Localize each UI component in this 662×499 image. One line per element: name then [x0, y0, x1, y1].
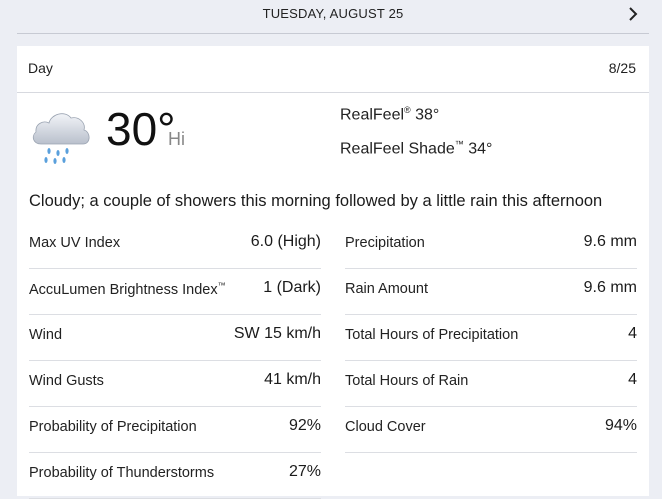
detail-label: Total Hours of Precipitation	[345, 327, 519, 343]
detail-label: Wind Gusts	[29, 373, 104, 389]
detail-value: 4	[628, 325, 637, 342]
detail-row-wind: Wind SW 15 km/h	[29, 314, 321, 361]
detail-value: 92%	[288, 417, 321, 434]
card-title: Day	[28, 60, 53, 76]
cloud-rain-icon	[32, 113, 90, 164]
detail-value: 4	[628, 371, 637, 388]
detail-value: 6.0 (High)	[250, 233, 321, 250]
day-forecast-card: Day 8/25 30° Hi RealFeel® 38° RealFeel S…	[17, 46, 649, 499]
detail-row-hours-precipitation: Total Hours of Precipitation 4	[345, 314, 637, 361]
detail-label: AccuLumen Brightness Index™	[29, 281, 226, 298]
detail-value: 9.6 mm	[583, 233, 637, 250]
detail-value: 41 km/h	[264, 371, 321, 388]
detail-label: Probability of Precipitation	[29, 419, 197, 435]
trademark-mark: ™	[217, 281, 226, 290]
detail-row-acculumen: AccuLumen Brightness Index™ 1 (Dark)	[29, 268, 321, 315]
detail-row-max-uv-index: Max UV Index 6.0 (High)	[29, 222, 321, 269]
detail-label: Total Hours of Rain	[345, 373, 469, 389]
hi-label: Hi	[168, 129, 185, 149]
detail-label: Rain Amount	[345, 281, 429, 297]
realfeel-shade-label: RealFeel Shade	[340, 140, 455, 158]
card-short-date: 8/25	[608, 60, 636, 76]
detail-value: SW 15 km/h	[233, 325, 321, 342]
detail-value: 1 (Dark)	[263, 279, 321, 296]
realfeel-mark: ®	[404, 105, 411, 115]
detail-label: Cloud Cover	[345, 419, 426, 435]
realfeel-label: RealFeel	[340, 106, 405, 124]
current-date-label: TUESDAY, AUGUST 25	[262, 6, 404, 21]
detail-value: 27%	[288, 463, 321, 480]
realfeel: RealFeel® 38°	[340, 105, 439, 124]
realfeel-shade: RealFeel Shade™ 34°	[340, 139, 492, 158]
detail-row-rain-amount: Rain Amount 9.6 mm	[345, 268, 637, 315]
forecast-phrase: Cloudy; a couple of showers this morning…	[29, 192, 603, 210]
detail-label: Wind	[29, 327, 63, 343]
detail-row-precip-probability: Probability of Precipitation 92%	[29, 406, 321, 453]
realfeel-shade-mark: ™	[454, 139, 464, 149]
detail-label: Probability of Thunderstorms	[29, 465, 215, 481]
detail-row-hours-rain: Total Hours of Rain 4	[345, 360, 637, 407]
detail-row-wind-gusts: Wind Gusts 41 km/h	[29, 360, 321, 407]
temperature-value: 30°	[106, 103, 176, 155]
detail-value: 9.6 mm	[583, 279, 637, 296]
detail-label: Precipitation	[345, 235, 425, 251]
card-header: Day 8/25	[17, 46, 649, 93]
detail-row-precipitation: Precipitation 9.6 mm	[345, 222, 637, 269]
chevron-right-icon[interactable]	[625, 4, 641, 24]
detail-label-text: AccuLumen Brightness Index	[29, 281, 218, 298]
detail-row-cloud-cover: Cloud Cover 94%	[345, 406, 637, 453]
date-navigation-bar: TUESDAY, AUGUST 25	[17, 0, 649, 34]
realfeel-value: 38°	[415, 106, 440, 124]
detail-label: Max UV Index	[29, 235, 121, 251]
detail-row-thunderstorm-probability: Probability of Thunderstorms 27%	[29, 452, 321, 499]
detail-value: 94%	[604, 417, 637, 434]
realfeel-shade-value: 34°	[468, 140, 493, 158]
